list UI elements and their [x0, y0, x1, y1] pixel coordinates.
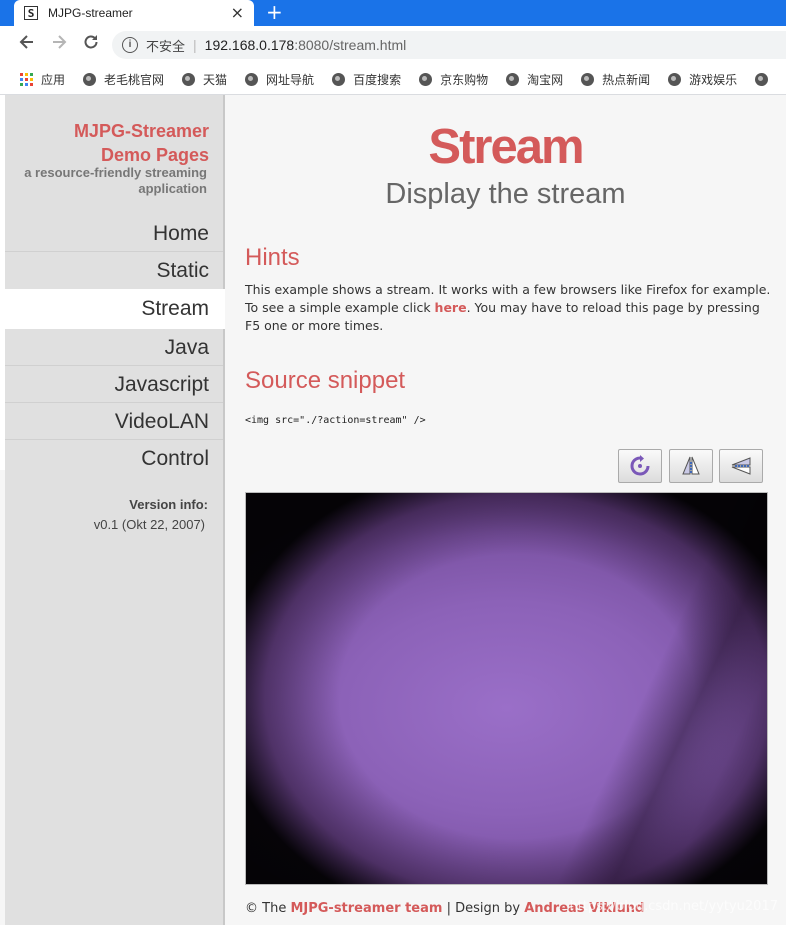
footer-prefix: © The: [245, 901, 291, 916]
bookmark-item[interactable]: 热点新闻: [581, 71, 650, 88]
address-bar[interactable]: i 不安全 | 192.168.0.178:8080/stream.html: [112, 31, 786, 59]
bookmark-label: 淘宝网: [527, 72, 564, 87]
url-host: 192.168.0.178: [204, 37, 295, 53]
here-link[interactable]: here: [435, 300, 467, 315]
sidebar-item-videolan[interactable]: VideoLAN: [5, 403, 223, 440]
close-icon[interactable]: ×: [231, 3, 244, 22]
bookmark-label: 百度搜索: [353, 72, 402, 87]
globe-icon: [668, 72, 682, 86]
source-snippet-code: <img src="./?action=stream" />: [245, 415, 426, 426]
main-content: Stream Display the stream Hints This exa…: [225, 95, 786, 925]
reload-icon[interactable]: [82, 33, 100, 56]
bookmark-item[interactable]: 天猫: [182, 71, 227, 88]
bookmark-item[interactable]: 老毛桃官网: [83, 71, 164, 88]
bookmark-label: 游戏娱乐: [689, 72, 738, 87]
app-logo-icon: S: [24, 6, 38, 20]
browser-toolbar: i 不安全 | 192.168.0.178:8080/stream.html: [0, 26, 786, 64]
page-viewport: MJPG-Streamer Demo Pages a resource-frie…: [0, 95, 786, 925]
brand-line-2: Demo Pages: [100, 145, 209, 165]
globe-icon: [755, 72, 769, 86]
sidebar-item-stream[interactable]: Stream: [5, 289, 225, 329]
bookmark-item[interactable]: 百度搜索: [332, 71, 401, 88]
team-link[interactable]: MJPG-streamer team: [290, 901, 442, 916]
back-arrow-icon[interactable]: [18, 33, 36, 56]
page-subtitle: Display the stream: [385, 178, 626, 210]
sidebar-item-java[interactable]: Java: [5, 329, 223, 366]
sidebar-menu: Home Static Stream Java Javascript Video…: [5, 215, 225, 477]
apps-grid-icon: [20, 72, 33, 86]
flip-horizontal-icon: [731, 457, 751, 475]
bookmark-item[interactable]: 淘宝网: [506, 71, 563, 88]
flip-horizontal-button[interactable]: [719, 449, 763, 483]
globe-icon: [182, 72, 196, 86]
bookmark-label: 应用: [41, 72, 66, 87]
watermark: https://blog.csdn.net/yytyu2017: [569, 899, 778, 914]
bookmark-item[interactable]: 游戏娱乐: [668, 71, 737, 88]
site-brand: MJPG-Streamer Demo Pages: [74, 119, 209, 167]
bookmarks-bar: 应用 老毛桃官网 天猫 网址导航 百度搜索 京东购物 淘宝网 热点新闻 游戏娱乐: [0, 64, 786, 95]
divider: |: [193, 37, 197, 53]
tab-title: MJPG-streamer: [48, 6, 133, 20]
footer-mid: | Design by: [442, 901, 525, 916]
globe-icon: [332, 72, 346, 86]
bookmark-label: 京东购物: [440, 72, 489, 87]
bookmark-label: 老毛桃官网: [104, 72, 165, 87]
video-stream-image[interactable]: [246, 493, 767, 884]
browser-tab[interactable]: S MJPG-streamer ×: [14, 0, 254, 26]
bookmark-item[interactable]: [755, 72, 776, 86]
forward-arrow-icon[interactable]: [50, 33, 68, 56]
rotate-button[interactable]: [618, 449, 662, 483]
new-tab-button[interactable]: +: [266, 0, 283, 24]
bookmark-label: 热点新闻: [602, 72, 651, 87]
site-tagline: a resource-friendly streaming applicatio…: [24, 165, 207, 196]
url-text: 192.168.0.178:8080/stream.html: [205, 37, 407, 53]
flip-vertical-button[interactable]: [669, 449, 713, 483]
sidebar-item-control[interactable]: Control: [5, 440, 223, 477]
source-snippet-heading: Source snippet: [245, 367, 406, 394]
sidebar: MJPG-Streamer Demo Pages a resource-frie…: [5, 95, 225, 925]
version-info-title: Version info:: [129, 497, 208, 512]
rotate-icon: [630, 455, 650, 476]
sidebar-item-javascript[interactable]: Javascript: [5, 366, 223, 403]
hints-heading: Hints: [245, 244, 300, 271]
bookmark-item[interactable]: 网址导航: [245, 71, 314, 88]
globe-icon: [83, 72, 97, 86]
sidebar-item-home[interactable]: Home: [5, 215, 223, 252]
security-label: 不安全: [146, 38, 186, 54]
stream-frame: [245, 492, 768, 885]
bookmark-label: 天猫: [203, 72, 228, 87]
bookmark-apps[interactable]: 应用: [20, 71, 65, 88]
bookmark-label: 网址导航: [266, 72, 315, 87]
brand-line-1: MJPG-Streamer: [73, 121, 209, 141]
info-icon[interactable]: i: [122, 37, 138, 53]
globe-icon: [245, 72, 259, 86]
hints-paragraph: This example shows a stream. It works wi…: [245, 281, 775, 335]
globe-icon: [506, 72, 520, 86]
page-title: Stream: [428, 120, 584, 174]
sidebar-item-static[interactable]: Static: [5, 252, 223, 289]
globe-icon: [581, 72, 595, 86]
url-path: :8080/stream.html: [294, 37, 407, 53]
flip-vertical-icon: [682, 456, 700, 475]
version-info-value: v0.1 (Okt 22, 2007): [93, 517, 205, 532]
bookmark-item[interactable]: 京东购物: [419, 71, 488, 88]
tab-bar: S MJPG-streamer × +: [0, 0, 786, 26]
globe-icon: [419, 72, 433, 86]
